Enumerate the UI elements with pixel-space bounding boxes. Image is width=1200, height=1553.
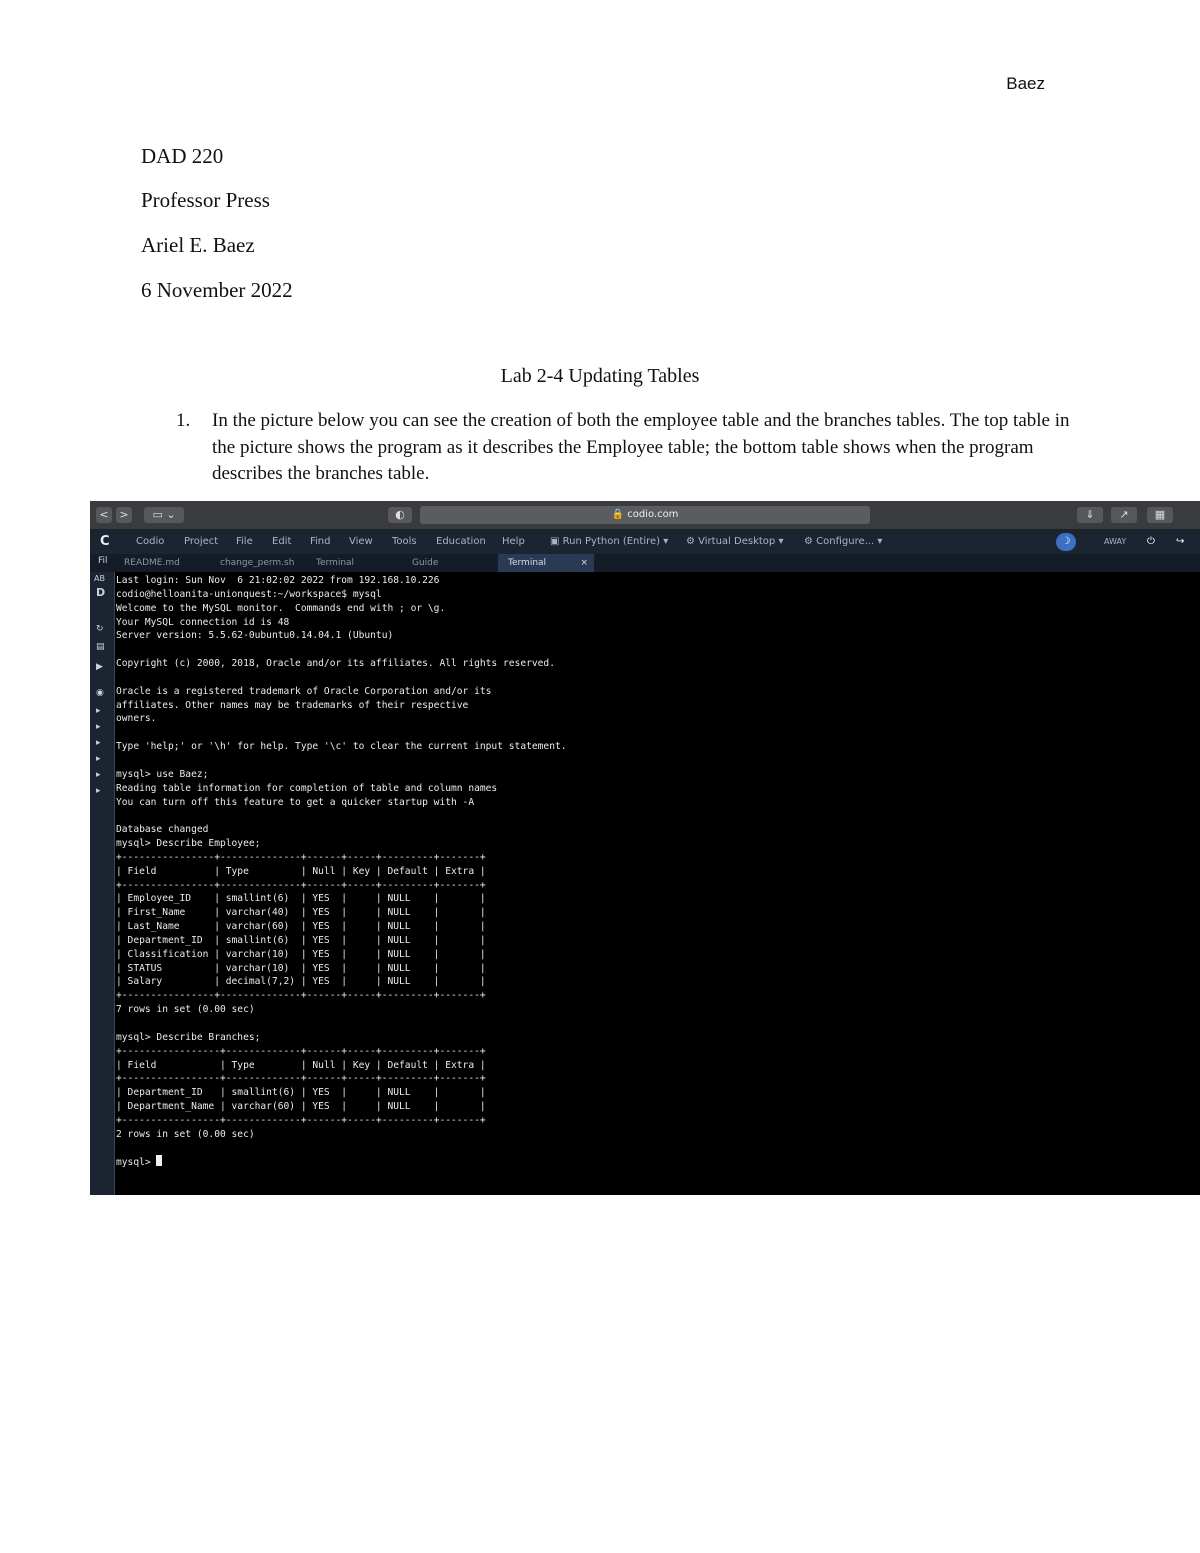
tab-terminal-1[interactable]: Terminal bbox=[306, 554, 402, 572]
editor-tabs: README.md change_perm.sh Terminal Guide … bbox=[90, 554, 1200, 572]
codio-logo-icon: C bbox=[100, 534, 110, 549]
embedded-screenshot: < > ▭ ⌄ ◐ 🔒 codio.com ⇓ ↗ ▦ C Codio Proj… bbox=[90, 501, 1200, 1195]
chevron-right-icon[interactable]: ▸ bbox=[96, 722, 101, 732]
url-text: codio.com bbox=[627, 509, 679, 520]
virtual-desktop-button[interactable]: ⚙ Virtual Desktop ▾ bbox=[686, 530, 783, 554]
course-line: DAD 220 bbox=[141, 144, 224, 168]
tab-guide[interactable]: Guide bbox=[402, 554, 498, 572]
author-line: Ariel E. Baez bbox=[141, 233, 255, 257]
list-item-number: 1. bbox=[176, 410, 191, 431]
professor-line: Professor Press bbox=[141, 188, 270, 212]
terminal-text: Last login: Sun Nov 6 21:02:02 2022 from… bbox=[116, 575, 567, 1140]
back-button[interactable]: < bbox=[96, 507, 112, 523]
file-icon[interactable]: ▤ bbox=[96, 642, 105, 652]
tabs-icon[interactable]: ▦ bbox=[1147, 507, 1173, 523]
chevron-right-icon[interactable]: ▸ bbox=[96, 770, 101, 780]
ide-menubar: C Codio Project File Edit Find View Tool… bbox=[90, 530, 1200, 554]
lock-icon: ◉ bbox=[96, 688, 104, 698]
menu-edit[interactable]: Edit bbox=[272, 530, 291, 554]
date-line: 6 November 2022 bbox=[141, 278, 293, 302]
menu-tools[interactable]: Tools bbox=[392, 530, 417, 554]
tab-terminal-2[interactable]: Terminal × bbox=[498, 554, 594, 572]
terminal-output[interactable]: Last login: Sun Nov 6 21:02:02 2022 from… bbox=[116, 574, 1196, 1194]
browser-toolbar: < > ▭ ⌄ ◐ 🔒 codio.com ⇓ ↗ ▦ bbox=[90, 501, 1200, 530]
play-icon[interactable]: ▶ bbox=[96, 662, 103, 672]
menu-project[interactable]: Project bbox=[184, 530, 218, 554]
url-bar[interactable]: 🔒 codio.com bbox=[420, 506, 870, 524]
document-title: Lab 2-4 Updating Tables bbox=[500, 365, 700, 387]
menu-help[interactable]: Help bbox=[502, 530, 525, 554]
list-item-text: In the picture below you can see the cre… bbox=[212, 410, 1070, 484]
sidebar-label-d: D bbox=[96, 586, 106, 599]
tab-change-perm[interactable]: change_perm.sh bbox=[210, 554, 306, 572]
menu-file[interactable]: File bbox=[236, 530, 253, 554]
sidebar-label-ab: AB bbox=[94, 574, 105, 583]
avatar[interactable]: ☽ bbox=[1056, 533, 1076, 551]
terminal-prompt: mysql> bbox=[116, 1157, 157, 1169]
forward-button[interactable]: > bbox=[116, 507, 132, 523]
shield-icon[interactable]: ◐ bbox=[388, 507, 412, 523]
run-python-button[interactable]: ▣ Run Python (Entire) ▾ bbox=[550, 530, 668, 554]
menu-education[interactable]: Education bbox=[436, 530, 486, 554]
close-icon[interactable]: × bbox=[580, 554, 588, 572]
refresh-icon[interactable]: ↻ bbox=[96, 624, 104, 634]
sidebar-toggle-icon[interactable]: ▭ ⌄ bbox=[144, 507, 184, 523]
power-icon[interactable]: ⏻ bbox=[1147, 530, 1155, 554]
menu-codio[interactable]: Codio bbox=[136, 530, 164, 554]
download-icon[interactable]: ⇓ bbox=[1077, 507, 1103, 523]
left-sidebar: Fil AB D ↻ ▤ ▶ ◉ ▸ ▸ ▸ ▸ ▸ ▸ bbox=[90, 556, 115, 1195]
status-badge: AWAY bbox=[1104, 537, 1127, 546]
logout-icon[interactable]: ↪ bbox=[1176, 530, 1184, 554]
terminal-cursor bbox=[156, 1155, 163, 1167]
menu-find[interactable]: Find bbox=[310, 530, 331, 554]
running-head: Baez bbox=[1006, 74, 1045, 93]
chevron-right-icon[interactable]: ▸ bbox=[96, 786, 101, 796]
chevron-right-icon[interactable]: ▸ bbox=[96, 706, 101, 716]
chevron-right-icon[interactable]: ▸ bbox=[96, 754, 101, 764]
sidebar-label-files: Fil bbox=[98, 556, 108, 566]
tab-readme[interactable]: README.md bbox=[114, 554, 210, 572]
configure-button[interactable]: ⚙ Configure... ▾ bbox=[804, 530, 882, 554]
chevron-right-icon[interactable]: ▸ bbox=[96, 738, 101, 748]
share-icon[interactable]: ↗ bbox=[1111, 507, 1137, 523]
menu-view[interactable]: View bbox=[349, 530, 373, 554]
